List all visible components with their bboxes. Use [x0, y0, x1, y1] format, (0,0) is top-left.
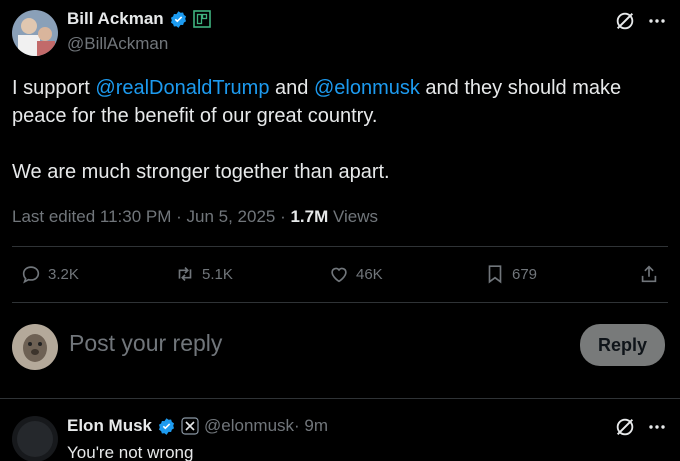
edited-timestamp[interactable]: Last edited 11:30 PM · Jun 5, 2025 · — [12, 207, 290, 226]
reply-icon — [20, 263, 42, 285]
heart-icon — [328, 263, 350, 285]
author-name[interactable]: Bill Ackman — [67, 9, 164, 29]
bookmark-count: 679 — [512, 265, 538, 283]
like-action[interactable]: 46K — [328, 263, 383, 285]
more-options-icon[interactable] — [648, 416, 666, 443]
mention-link-elonmusk[interactable]: @elonmusk — [314, 77, 420, 99]
reply-author-name[interactable]: Elon Musk — [67, 416, 152, 436]
tweet-meta: Last edited 11:30 PM · Jun 5, 2025 · 1.7… — [12, 207, 378, 227]
divider-top — [12, 246, 668, 247]
reply-action[interactable]: 3.2K — [20, 263, 79, 285]
author-row: Bill Ackman — [67, 9, 211, 29]
tweet-text-mid: and — [269, 77, 314, 99]
reply-text: You're not wrong — [67, 443, 194, 461]
verified-badge-icon — [169, 10, 188, 29]
author-handle[interactable]: @BillAckman — [67, 34, 168, 54]
divider-bottom — [0, 398, 680, 399]
repost-count: 5.1K — [202, 265, 233, 283]
reply-button[interactable]: Reply — [580, 324, 665, 366]
bookmark-icon — [484, 263, 506, 285]
reply-author-row: Elon Musk @elonmusk · 9m — [67, 416, 328, 436]
repost-action[interactable]: 5.1K — [174, 263, 233, 285]
current-user-avatar[interactable] — [12, 324, 58, 370]
tweet-text-prefix: I support — [12, 77, 96, 99]
repost-icon — [174, 263, 196, 285]
reply-input[interactable]: Post your reply — [69, 330, 222, 357]
tweet-text: I support @realDonaldTrump and @elonmusk… — [12, 74, 652, 130]
reply-author-handle[interactable]: @elonmusk — [204, 416, 294, 436]
share-icon[interactable] — [638, 263, 660, 290]
views-label: Views — [328, 207, 379, 226]
grok-icon[interactable] — [614, 10, 636, 37]
reply-count: 3.2K — [48, 265, 79, 283]
mention-link-trump[interactable]: @realDonaldTrump — [95, 77, 269, 99]
bookmark-action[interactable]: 679 — [484, 263, 537, 285]
reply-author-avatar[interactable] — [12, 416, 58, 461]
divider-middle — [12, 302, 668, 303]
views-count: 1.7M — [290, 207, 329, 226]
more-options-icon[interactable] — [648, 10, 666, 37]
verified-badge-icon — [157, 417, 176, 436]
grok-icon[interactable] — [614, 416, 636, 443]
tweet-text-paragraph-2: We are much stronger together than apart… — [12, 161, 390, 183]
x-affiliate-icon[interactable] — [181, 417, 199, 435]
like-count: 46K — [356, 265, 383, 283]
affiliate-logo-icon[interactable] — [192, 10, 211, 28]
reply-time[interactable]: · 9m — [294, 416, 328, 436]
author-avatar[interactable] — [12, 10, 58, 56]
